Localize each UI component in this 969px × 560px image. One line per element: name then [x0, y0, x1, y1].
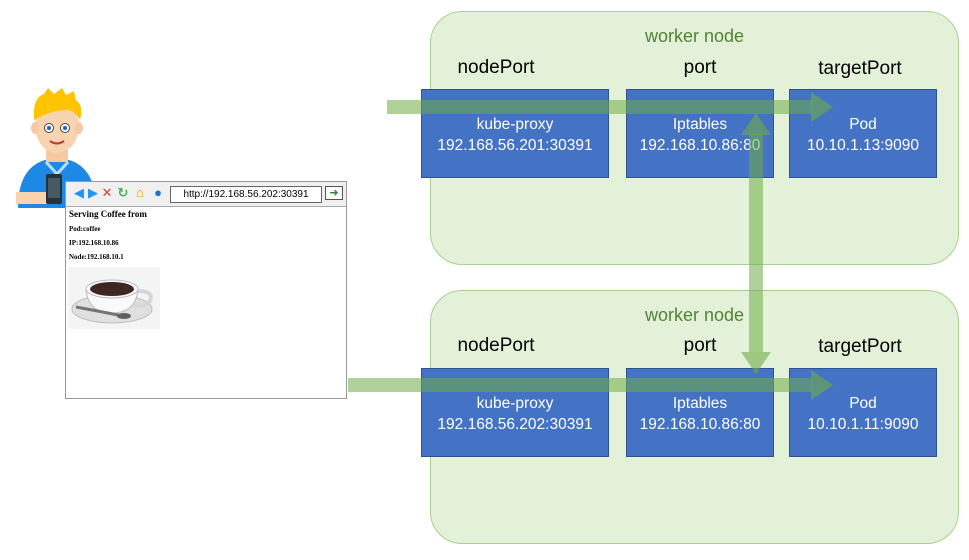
page-heading: Serving Coffee from — [69, 209, 147, 219]
worker-node-1-title: worker node — [644, 26, 745, 46]
forward-icon[interactable]: ▶ — [86, 186, 100, 200]
globe-icon: ● — [154, 185, 162, 200]
browser-window: ◀ ▶ ✕ ↻ ⌂ ● http://192.168.56.202:30391 … — [65, 181, 347, 399]
node1-targetport-label: targetPort — [818, 58, 902, 79]
back-icon[interactable]: ◀ — [72, 186, 86, 200]
browser-toolbar: ◀ ▶ ✕ ↻ ⌂ ● http://192.168.56.202:30391 … — [66, 182, 346, 207]
stop-icon[interactable]: ✕ — [100, 186, 114, 200]
refresh-icon[interactable]: ↻ — [116, 186, 130, 200]
flow-arrow-vertical-down-head — [741, 352, 771, 374]
worker-node-2-title: worker node — [644, 305, 745, 325]
node2-iptables-address: 192.168.10.86:80 — [639, 416, 761, 433]
home-icon[interactable]: ⌂ — [133, 186, 147, 200]
page-ip-line: IP:192.168.10.86 — [69, 239, 119, 247]
page-node-line: Node:192.168.10.1 — [69, 253, 124, 261]
flow-arrow-bottom-head — [811, 370, 833, 400]
node2-kube-proxy-name: kube-proxy — [476, 395, 554, 412]
node1-pod-address: 10.10.1.13:9090 — [806, 137, 920, 154]
flow-arrow-top — [387, 100, 812, 114]
node2-kube-proxy-address: 192.168.56.202:30391 — [437, 416, 593, 433]
flow-arrow-vertical — [749, 134, 763, 352]
address-bar[interactable]: http://192.168.56.202:30391 — [170, 186, 322, 203]
node1-kube-proxy-name: kube-proxy — [476, 116, 554, 133]
flow-arrow-vertical-up-head — [741, 113, 771, 135]
node2-pod-address: 10.10.1.11:9090 — [807, 416, 919, 433]
coffee-cup-image — [68, 267, 160, 329]
node2-nodeport-label: nodePort — [457, 335, 535, 356]
node2-targetport-label: targetPort — [818, 336, 902, 357]
node1-kube-proxy-address: 192.168.56.201:30391 — [437, 137, 593, 154]
flow-arrow-bottom — [348, 378, 812, 392]
node1-port-label: port — [683, 57, 717, 78]
flow-arrow-top-head — [811, 92, 833, 122]
page-pod-line: Pod:coffee — [69, 225, 101, 233]
node2-iptables-name: Iptables — [672, 395, 728, 412]
go-icon[interactable]: ➜ — [325, 186, 343, 200]
node1-nodeport-label: nodePort — [457, 57, 535, 78]
